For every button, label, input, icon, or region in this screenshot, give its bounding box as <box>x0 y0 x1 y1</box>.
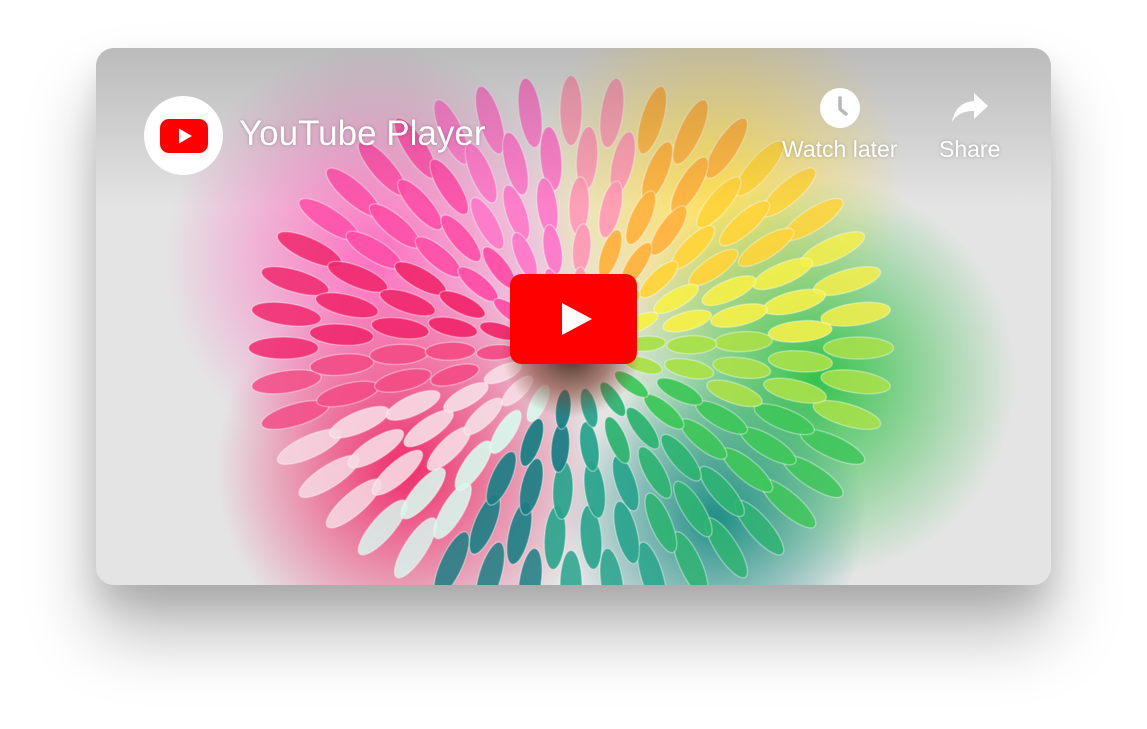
flower-petal <box>822 336 895 360</box>
youtube-logo-icon <box>159 118 208 153</box>
play-button[interactable] <box>510 274 637 364</box>
page: YouTube Player Watch later Share <box>0 0 1147 729</box>
share-arrow-icon <box>951 93 988 122</box>
channel-avatar[interactable] <box>144 96 223 175</box>
watch-later-button[interactable]: Watch later <box>782 84 897 163</box>
share-button[interactable]: Share <box>939 84 1000 163</box>
watch-later-label: Watch later <box>782 136 898 162</box>
video-title[interactable]: YouTube Player <box>239 114 485 154</box>
clock-icon <box>819 88 860 128</box>
video-player[interactable]: YouTube Player Watch later Share <box>96 48 1051 585</box>
flower-petal <box>247 336 320 360</box>
flower-petal <box>559 74 583 147</box>
share-label: Share <box>939 136 1001 162</box>
